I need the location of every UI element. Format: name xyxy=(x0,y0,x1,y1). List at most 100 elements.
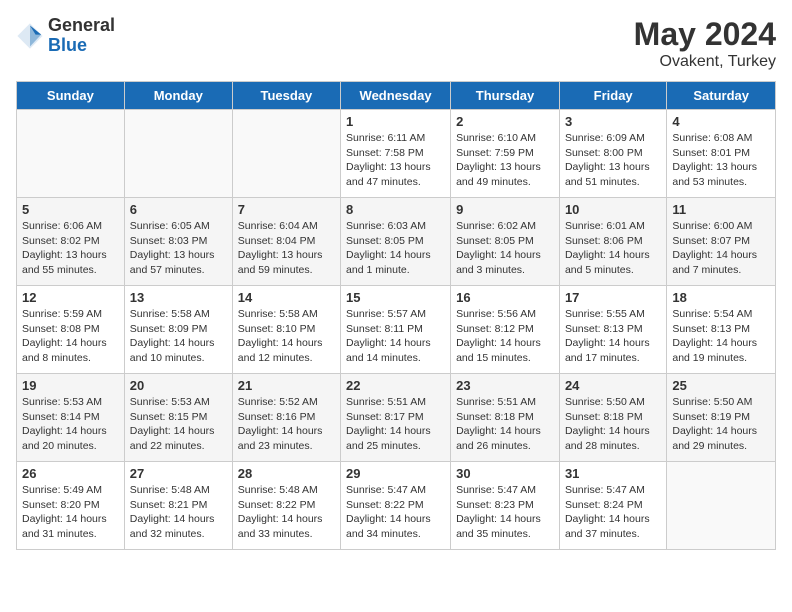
day-number: 16 xyxy=(456,290,554,305)
day-number: 1 xyxy=(346,114,445,129)
calendar-cell: 5 Sunrise: 6:06 AM Sunset: 8:02 PM Daylig… xyxy=(17,198,125,286)
day-number: 4 xyxy=(672,114,770,129)
calendar-cell: 27 Sunrise: 5:48 AM Sunset: 8:21 PM Dayli… xyxy=(124,462,232,550)
calendar-cell xyxy=(124,110,232,198)
calendar-cell: 26Sunrise: 5:49 AM Sunset: 8:20 PM Dayli… xyxy=(17,462,125,550)
day-info: Sunrise: 5:53 AM Sunset: 8:14 PM Dayligh… xyxy=(22,395,119,454)
day-number: 28 xyxy=(238,466,335,481)
header: General Blue May 2024 Ovakent, Turkey xyxy=(16,16,776,71)
day-info: Sunrise: 5:51 AM Sunset: 8:18 PM Dayligh… xyxy=(456,395,554,454)
logo: General Blue xyxy=(16,16,115,56)
day-number: 22 xyxy=(346,378,445,393)
calendar-cell: 13Sunrise: 5:58 AM Sunset: 8:09 PM Dayli… xyxy=(124,286,232,374)
logo-text: General Blue xyxy=(48,16,115,56)
calendar-row: 26Sunrise: 5:49 AM Sunset: 8:20 PM Dayli… xyxy=(17,462,776,550)
day-info: Sunrise: 6:03 AM Sunset: 8:05 PM Dayligh… xyxy=(346,219,445,278)
day-info: Sunrise: 6:10 AM Sunset: 7:59 PM Dayligh… xyxy=(456,131,554,190)
calendar-cell: 29 Sunrise: 5:47 AM Sunset: 8:22 PM Dayli… xyxy=(341,462,451,550)
calendar-cell: 18 Sunrise: 5:54 AM Sunset: 8:13 PM Dayli… xyxy=(667,286,776,374)
calendar-cell: 14 Sunrise: 5:58 AM Sunset: 8:10 PM Dayli… xyxy=(232,286,340,374)
logo-icon xyxy=(16,22,44,50)
calendar-cell: 12Sunrise: 5:59 AM Sunset: 8:08 PM Dayli… xyxy=(17,286,125,374)
day-info: Sunrise: 5:50 AM Sunset: 8:19 PM Dayligh… xyxy=(672,395,770,454)
day-number: 30 xyxy=(456,466,554,481)
day-info: Sunrise: 5:56 AM Sunset: 8:12 PM Dayligh… xyxy=(456,307,554,366)
location: Ovakent, Turkey xyxy=(634,53,776,71)
calendar-cell: 11Sunrise: 6:00 AM Sunset: 8:07 PM Dayli… xyxy=(667,198,776,286)
day-number: 9 xyxy=(456,202,554,217)
logo-general: General xyxy=(48,16,115,36)
calendar-cell: 3Sunrise: 6:09 AM Sunset: 8:00 PM Daylig… xyxy=(559,110,666,198)
calendar-cell: 2 Sunrise: 6:10 AM Sunset: 7:59 PM Daylig… xyxy=(451,110,560,198)
calendar-cell: 10Sunrise: 6:01 AM Sunset: 8:06 PM Dayli… xyxy=(559,198,666,286)
day-info: Sunrise: 6:11 AM Sunset: 7:58 PM Dayligh… xyxy=(346,131,445,190)
calendar-cell: 17 Sunrise: 5:55 AM Sunset: 8:13 PM Dayli… xyxy=(559,286,666,374)
calendar-row: 19 Sunrise: 5:53 AM Sunset: 8:14 PM Dayli… xyxy=(17,374,776,462)
calendar-cell: 4Sunrise: 6:08 AM Sunset: 8:01 PM Daylig… xyxy=(667,110,776,198)
calendar-cell: 19 Sunrise: 5:53 AM Sunset: 8:14 PM Dayli… xyxy=(17,374,125,462)
day-number: 14 xyxy=(238,290,335,305)
day-number: 15 xyxy=(346,290,445,305)
weekday-header: Thursday xyxy=(451,82,560,110)
calendar-cell: 7 Sunrise: 6:04 AM Sunset: 8:04 PM Daylig… xyxy=(232,198,340,286)
day-number: 25 xyxy=(672,378,770,393)
day-number: 27 xyxy=(130,466,227,481)
weekday-header: Wednesday xyxy=(341,82,451,110)
day-info: Sunrise: 5:48 AM Sunset: 8:22 PM Dayligh… xyxy=(238,483,335,542)
weekday-header: Tuesday xyxy=(232,82,340,110)
day-info: Sunrise: 5:51 AM Sunset: 8:17 PM Dayligh… xyxy=(346,395,445,454)
calendar-cell: 6Sunrise: 6:05 AM Sunset: 8:03 PM Daylig… xyxy=(124,198,232,286)
day-info: Sunrise: 6:00 AM Sunset: 8:07 PM Dayligh… xyxy=(672,219,770,278)
calendar-cell: 23 Sunrise: 5:51 AM Sunset: 8:18 PM Dayli… xyxy=(451,374,560,462)
day-number: 31 xyxy=(565,466,661,481)
day-info: Sunrise: 5:58 AM Sunset: 8:10 PM Dayligh… xyxy=(238,307,335,366)
calendar-cell xyxy=(17,110,125,198)
day-info: Sunrise: 5:57 AM Sunset: 8:11 PM Dayligh… xyxy=(346,307,445,366)
calendar-cell xyxy=(667,462,776,550)
calendar-row: 12Sunrise: 5:59 AM Sunset: 8:08 PM Dayli… xyxy=(17,286,776,374)
day-number: 8 xyxy=(346,202,445,217)
day-info: Sunrise: 5:48 AM Sunset: 8:21 PM Dayligh… xyxy=(130,483,227,542)
day-number: 17 xyxy=(565,290,661,305)
calendar-row: 1 Sunrise: 6:11 AM Sunset: 7:58 PM Daylig… xyxy=(17,110,776,198)
day-info: Sunrise: 6:06 AM Sunset: 8:02 PM Dayligh… xyxy=(22,219,119,278)
day-number: 21 xyxy=(238,378,335,393)
calendar-cell: 28 Sunrise: 5:48 AM Sunset: 8:22 PM Dayli… xyxy=(232,462,340,550)
day-info: Sunrise: 5:59 AM Sunset: 8:08 PM Dayligh… xyxy=(22,307,119,366)
month-year: May 2024 xyxy=(634,16,776,53)
calendar-cell: 30 Sunrise: 5:47 AM Sunset: 8:23 PM Dayli… xyxy=(451,462,560,550)
day-number: 2 xyxy=(456,114,554,129)
day-number: 19 xyxy=(22,378,119,393)
weekday-header: Monday xyxy=(124,82,232,110)
calendar-cell xyxy=(232,110,340,198)
day-number: 13 xyxy=(130,290,227,305)
calendar-cell: 15 Sunrise: 5:57 AM Sunset: 8:11 PM Dayli… xyxy=(341,286,451,374)
day-info: Sunrise: 5:47 AM Sunset: 8:23 PM Dayligh… xyxy=(456,483,554,542)
day-info: Sunrise: 5:47 AM Sunset: 8:22 PM Dayligh… xyxy=(346,483,445,542)
day-info: Sunrise: 6:05 AM Sunset: 8:03 PM Dayligh… xyxy=(130,219,227,278)
weekday-header-row: SundayMondayTuesdayWednesdayThursdayFrid… xyxy=(17,82,776,110)
day-number: 5 xyxy=(22,202,119,217)
day-info: Sunrise: 5:54 AM Sunset: 8:13 PM Dayligh… xyxy=(672,307,770,366)
day-number: 23 xyxy=(456,378,554,393)
day-info: Sunrise: 5:55 AM Sunset: 8:13 PM Dayligh… xyxy=(565,307,661,366)
day-info: Sunrise: 5:52 AM Sunset: 8:16 PM Dayligh… xyxy=(238,395,335,454)
logo-blue: Blue xyxy=(48,36,115,56)
weekday-header: Saturday xyxy=(667,82,776,110)
day-info: Sunrise: 6:04 AM Sunset: 8:04 PM Dayligh… xyxy=(238,219,335,278)
day-number: 24 xyxy=(565,378,661,393)
calendar-cell: 9Sunrise: 6:02 AM Sunset: 8:05 PM Daylig… xyxy=(451,198,560,286)
calendar: SundayMondayTuesdayWednesdayThursdayFrid… xyxy=(16,81,776,550)
calendar-cell: 21 Sunrise: 5:52 AM Sunset: 8:16 PM Dayli… xyxy=(232,374,340,462)
day-number: 18 xyxy=(672,290,770,305)
day-number: 29 xyxy=(346,466,445,481)
calendar-row: 5 Sunrise: 6:06 AM Sunset: 8:02 PM Daylig… xyxy=(17,198,776,286)
day-info: Sunrise: 5:47 AM Sunset: 8:24 PM Dayligh… xyxy=(565,483,661,542)
day-number: 7 xyxy=(238,202,335,217)
calendar-cell: 22 Sunrise: 5:51 AM Sunset: 8:17 PM Dayli… xyxy=(341,374,451,462)
day-info: Sunrise: 6:09 AM Sunset: 8:00 PM Dayligh… xyxy=(565,131,661,190)
day-number: 10 xyxy=(565,202,661,217)
calendar-cell: 31 Sunrise: 5:47 AM Sunset: 8:24 PM Dayli… xyxy=(559,462,666,550)
day-number: 20 xyxy=(130,378,227,393)
day-number: 26 xyxy=(22,466,119,481)
